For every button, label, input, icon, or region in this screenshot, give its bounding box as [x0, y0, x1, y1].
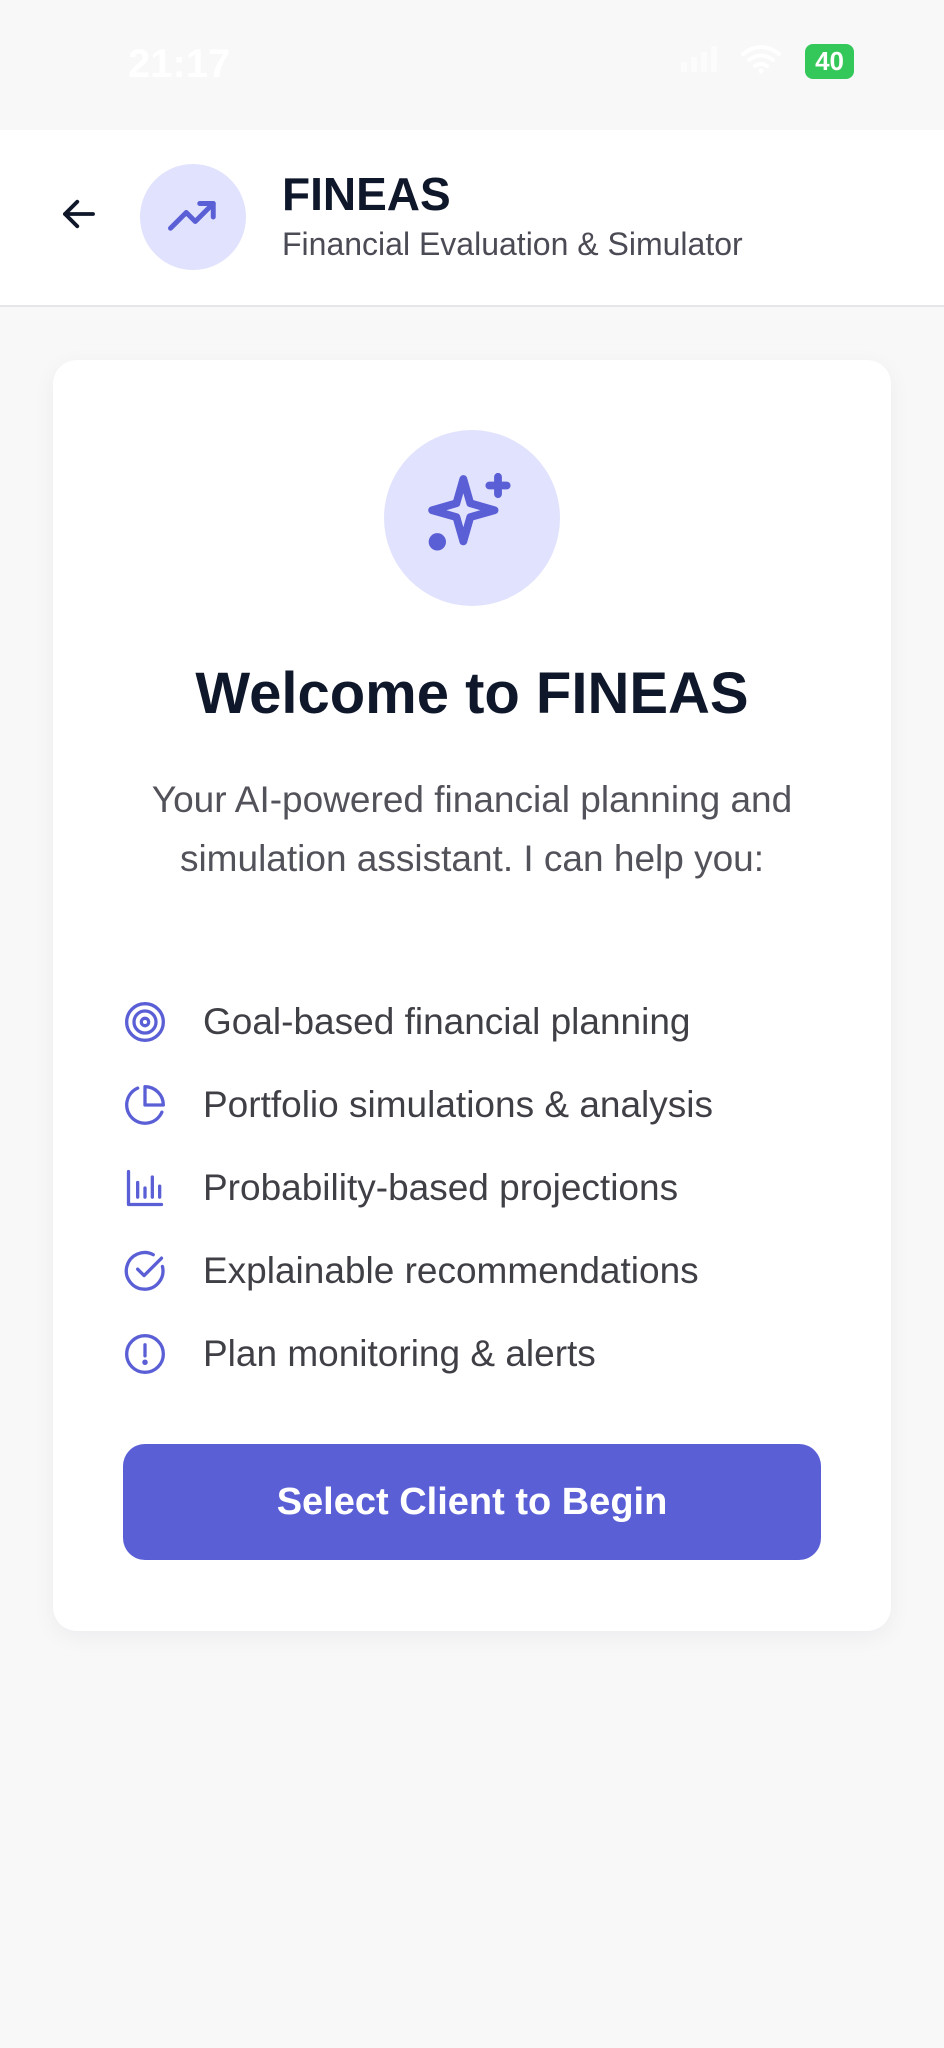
- check-circle-icon: [123, 1249, 167, 1293]
- feature-label: Plan monitoring & alerts: [203, 1332, 596, 1374]
- feature-label: Explainable recommendations: [203, 1249, 699, 1291]
- list-item: Plan monitoring & alerts: [123, 1312, 823, 1395]
- welcome-card: Welcome to FINEAS Your AI-powered financ…: [53, 360, 891, 1631]
- trending-up-icon: [168, 201, 216, 231]
- header-titles: FINEAS Financial Evaluation & Simulator: [282, 168, 743, 264]
- app-logo: [140, 164, 246, 270]
- app-subtitle: Financial Evaluation & Simulator: [282, 226, 743, 262]
- app-title: FINEAS: [282, 168, 451, 220]
- select-client-button[interactable]: Select Client to Begin: [123, 1444, 821, 1560]
- sparkles-icon: [428, 472, 511, 551]
- feature-list: Goal-based financial planning Portfolio …: [123, 980, 823, 1395]
- hero-icon-circle: [384, 430, 560, 606]
- feature-label: Probability-based projections: [203, 1166, 679, 1208]
- list-item: Goal-based financial planning: [123, 980, 823, 1063]
- list-item: Portfolio simulations & analysis: [123, 1063, 823, 1146]
- welcome-title: Welcome to FINEAS: [195, 661, 749, 726]
- arrow-left-icon: [63, 199, 95, 229]
- status-bar: 21:17 40: [0, 0, 944, 130]
- bar-chart-icon: [123, 1166, 167, 1210]
- alert-circle-icon: [123, 1332, 167, 1376]
- target-icon: [123, 1000, 167, 1044]
- signal-icon: [681, 46, 718, 77]
- status-icons: 40: [681, 44, 854, 79]
- wifi-icon: [741, 44, 782, 79]
- status-time: 21:17: [128, 42, 231, 86]
- pie-chart-icon: [123, 1083, 167, 1127]
- feature-label: Portfolio simulations & analysis: [203, 1083, 713, 1125]
- list-item: Probability-based projections: [123, 1146, 823, 1229]
- intro-text: Your AI-powered financial planning and s…: [151, 779, 793, 879]
- list-item: Explainable recommendations: [123, 1229, 823, 1312]
- app-header: FINEAS Financial Evaluation & Simulator: [0, 130, 944, 307]
- back-button[interactable]: [50, 185, 108, 243]
- battery-icon: 40: [805, 44, 854, 79]
- feature-label: Goal-based financial planning: [203, 1000, 691, 1042]
